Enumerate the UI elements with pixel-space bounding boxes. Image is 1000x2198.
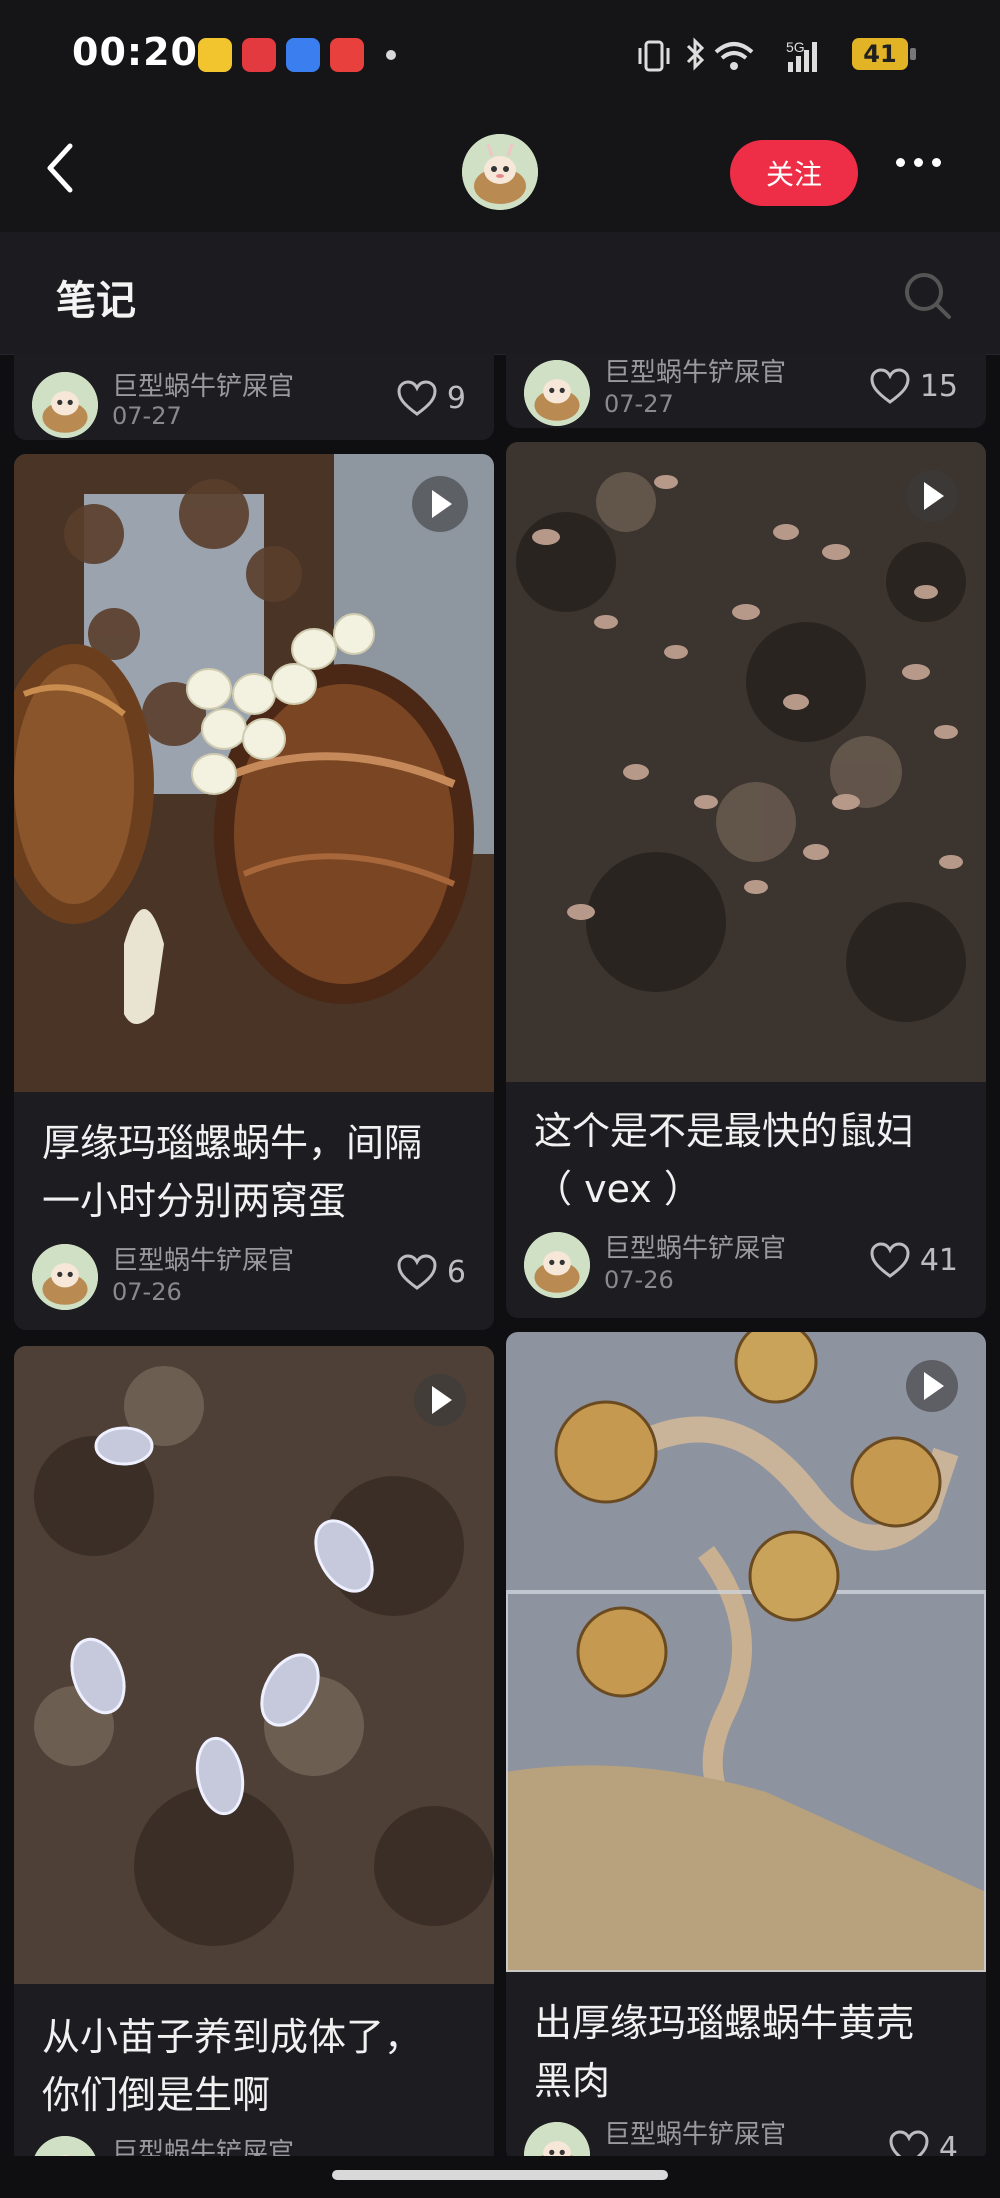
like-button[interactable]: 41 xyxy=(870,1242,958,1278)
like-count: 9 xyxy=(446,380,466,416)
note-cover-image[interactable] xyxy=(14,1346,494,1984)
author-avatar[interactable] xyxy=(32,1244,98,1310)
profile-avatar[interactable] xyxy=(462,134,538,210)
browser-icon xyxy=(286,38,320,72)
post-date: 07-26 xyxy=(112,1278,182,1306)
heart-icon xyxy=(397,380,437,416)
heart-icon xyxy=(397,1254,437,1290)
status-time: 00:20 xyxy=(72,30,198,74)
status-bar: 00:20 5G 41 xyxy=(0,0,1000,112)
battery-tip xyxy=(910,48,916,60)
section-title: 笔记 xyxy=(56,278,136,324)
home-indicator[interactable] xyxy=(332,2170,668,2180)
xiaohongshu-icon xyxy=(242,38,276,72)
notes-feed[interactable]: 巨型蜗牛铲屎官 07-27 9 巨型蜗牛铲屎官 07-27 15 厚缘玛瑙螺蜗牛… xyxy=(0,354,1000,2156)
more-notifications-dot xyxy=(386,50,396,60)
toutiao-icon xyxy=(330,38,364,72)
follow-button[interactable]: 关注 xyxy=(730,140,858,206)
note-title[interactable]: 出厚缘玛瑙螺蜗牛黄壳 黑肉 xyxy=(534,1994,974,2110)
heart-icon xyxy=(870,368,910,404)
back-chevron-icon[interactable] xyxy=(42,138,82,198)
note-card[interactable]: 厚缘玛瑙螺蜗牛，间隔 一小时分别两窝蛋 巨型蜗牛铲屎官 07-26 6 xyxy=(14,454,494,1330)
note-title[interactable]: 厚缘玛瑙螺蜗牛，间隔 一小时分别两窝蛋 xyxy=(42,1114,482,1230)
notification-icons xyxy=(198,38,396,72)
post-date: 07-27 xyxy=(604,390,674,418)
author-name[interactable]: 巨型蜗牛铲屎官 xyxy=(604,354,786,389)
like-count: 4 xyxy=(938,2130,958,2157)
like-count: 15 xyxy=(919,368,958,404)
like-button[interactable]: 9 xyxy=(397,380,466,416)
author-name[interactable]: 巨型蜗牛铲屎官 xyxy=(604,1228,786,1265)
note-card[interactable]: 巨型蜗牛铲屎官 07-27 15 xyxy=(506,354,986,428)
like-count: 6 xyxy=(446,1254,466,1290)
author-name[interactable]: 巨型蜗牛铲屎官 xyxy=(112,1240,294,1277)
post-date: 07-26 xyxy=(604,1266,674,1294)
like-button[interactable]: 6 xyxy=(397,1254,466,1290)
note-title[interactable]: 从小苗子养到成体了， 你们倒是生啊 xyxy=(42,2008,482,2124)
author-avatar[interactable] xyxy=(524,360,590,426)
note-card[interactable]: 出厚缘玛瑙螺蜗牛黄壳 黑肉 巨型蜗牛铲屎官 4 xyxy=(506,1332,986,2156)
heart-icon xyxy=(889,2130,929,2156)
weibo-icon xyxy=(198,38,232,72)
section-header xyxy=(0,232,1000,355)
signal-icon xyxy=(788,62,793,72)
vibrate-icon xyxy=(644,40,664,72)
search-icon[interactable] xyxy=(902,270,954,322)
like-count: 41 xyxy=(919,1242,958,1278)
wifi-icon xyxy=(714,42,754,54)
like-button[interactable]: 4 xyxy=(889,2130,958,2156)
network-type-label: 5G xyxy=(786,39,805,55)
note-cover-image[interactable] xyxy=(506,442,986,1082)
note-title[interactable]: 这个是不是最快的鼠妇 （ vex ） xyxy=(534,1102,974,1218)
author-name[interactable]: 巨型蜗牛铲屎官 xyxy=(112,2132,294,2156)
author-avatar[interactable] xyxy=(32,2136,98,2156)
author-avatar[interactable] xyxy=(524,2122,590,2156)
note-card[interactable]: 这个是不是最快的鼠妇 （ vex ） 巨型蜗牛铲屎官 07-26 41 xyxy=(506,442,986,1318)
more-options-icon[interactable] xyxy=(896,158,941,167)
note-cover-image[interactable] xyxy=(506,1332,986,1972)
like-button[interactable]: 15 xyxy=(870,368,958,404)
battery-icon: 41 xyxy=(852,38,908,70)
heart-icon xyxy=(870,1242,910,1278)
author-avatar[interactable] xyxy=(32,372,98,438)
bluetooth-icon xyxy=(686,37,705,71)
note-card[interactable]: 从小苗子养到成体了， 你们倒是生啊 巨型蜗牛铲屎官 xyxy=(14,1346,494,2156)
author-name[interactable]: 巨型蜗牛铲屎官 xyxy=(604,2114,786,2151)
post-date: 07-27 xyxy=(112,402,182,430)
note-card[interactable]: 巨型蜗牛铲屎官 07-27 9 xyxy=(14,354,494,440)
author-name[interactable]: 巨型蜗牛铲屎官 xyxy=(112,366,294,403)
note-cover-image[interactable] xyxy=(14,454,494,1092)
author-avatar[interactable] xyxy=(524,1232,590,1298)
vibrate-waves-icon xyxy=(638,48,670,64)
